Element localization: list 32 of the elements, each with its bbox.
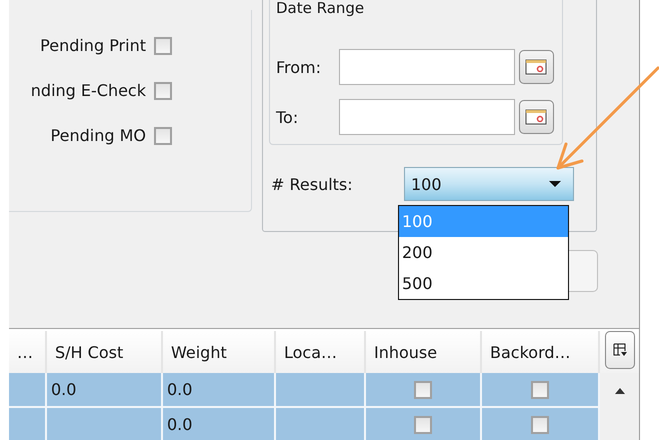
date-field[interactable] — [338, 99, 515, 135]
checkbox[interactable] — [531, 416, 549, 434]
caret-icon — [549, 181, 561, 187]
dropdown-option[interactable]: 500 — [399, 268, 568, 299]
field-label: # Results: — [270, 174, 354, 194]
scroll-up-icon[interactable] — [614, 388, 624, 394]
calendar-button[interactable] — [518, 50, 554, 84]
date-field[interactable] — [338, 49, 515, 85]
table-cell: 0.0 — [167, 380, 192, 399]
checkbox-label: Pending Print — [40, 36, 146, 55]
checkbox[interactable] — [414, 416, 432, 434]
calendar-button[interactable] — [518, 100, 554, 134]
column-chooser-button[interactable] — [604, 331, 634, 369]
table-row[interactable]: 0.0 — [9, 408, 639, 440]
checkbox[interactable] — [154, 126, 172, 144]
calendar-icon — [525, 109, 548, 125]
results-dropdown[interactable]: 100 — [404, 167, 574, 201]
dropdown-option[interactable]: 200 — [399, 237, 568, 268]
calendar-icon — [525, 59, 548, 75]
group-title: Date Range — [276, 0, 366, 17]
checkbox-label: nding E-Check — [30, 81, 146, 100]
checkbox[interactable] — [154, 36, 172, 54]
checkbox[interactable] — [531, 380, 549, 398]
table-row[interactable]: 0.0 0.0 — [9, 373, 639, 408]
checkbox-label: Pending MO — [50, 126, 146, 145]
table-cell: 0.0 — [167, 415, 192, 434]
checkbox[interactable] — [154, 82, 172, 100]
table-cell: 0.0 — [51, 380, 76, 399]
field-label: To: — [276, 108, 300, 126]
field-label: From: — [276, 58, 322, 76]
checkbox[interactable] — [414, 380, 432, 398]
table-columns-icon — [612, 342, 628, 358]
